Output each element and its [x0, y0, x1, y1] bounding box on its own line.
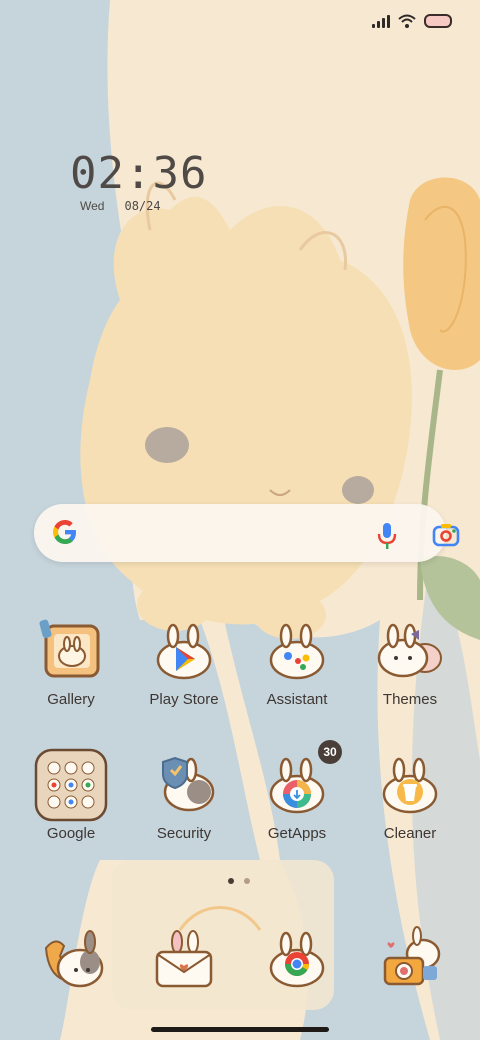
security-icon	[147, 748, 221, 822]
wifi-icon	[398, 14, 416, 28]
app-label: Assistant	[266, 691, 328, 708]
themes-icon	[373, 614, 447, 688]
app-label: Play Store	[149, 691, 219, 708]
clock-widget[interactable]: 02:36 Wed 08/24	[70, 148, 207, 213]
dock-messages[interactable]	[129, 922, 239, 996]
play-store-icon	[147, 614, 221, 688]
assistant-icon	[260, 614, 334, 688]
app-label: Google	[46, 825, 96, 842]
page-dot	[244, 878, 250, 884]
app-themes[interactable]: Themes	[355, 614, 465, 708]
camera-icon	[373, 922, 447, 996]
gallery-icon	[34, 614, 108, 688]
mic-icon[interactable]	[376, 522, 398, 550]
clock-time: 02:36	[70, 148, 208, 199]
app-label: Security	[156, 825, 212, 842]
app-security[interactable]: Security	[129, 748, 239, 842]
cleaner-icon	[373, 748, 447, 822]
home-gesture-bar[interactable]	[151, 1027, 329, 1032]
notification-badge: 30	[318, 740, 342, 764]
clock-day: Wed	[80, 199, 105, 213]
phone-icon	[34, 922, 108, 996]
app-gallery[interactable]: Gallery	[16, 614, 126, 708]
app-label: Cleaner	[383, 825, 437, 842]
messages-icon	[147, 922, 221, 996]
page-indicator[interactable]	[228, 878, 250, 884]
app-play-store[interactable]: Play Store	[129, 614, 239, 708]
dock-chrome[interactable]	[242, 922, 352, 996]
folder-google[interactable]: Google	[16, 748, 126, 842]
signal-icon	[372, 14, 390, 28]
lens-icon[interactable]	[432, 523, 460, 547]
app-label: Themes	[382, 691, 438, 708]
dock-camera[interactable]	[355, 922, 465, 996]
dock-phone[interactable]	[16, 922, 126, 996]
google-g-icon	[53, 520, 76, 544]
clock-date: 08/24	[124, 199, 161, 213]
app-label: GetApps	[267, 825, 327, 842]
status-bar	[372, 14, 452, 28]
getapps-icon: 30	[260, 740, 342, 822]
google-search-bar[interactable]	[34, 504, 460, 562]
app-getapps[interactable]: 30 GetApps	[242, 740, 352, 842]
app-cleaner[interactable]: Cleaner	[355, 748, 465, 842]
app-assistant[interactable]: Assistant	[242, 614, 352, 708]
page-dot-active	[228, 878, 234, 884]
app-label: Gallery	[47, 691, 95, 708]
chrome-icon	[260, 922, 334, 996]
battery-icon	[424, 14, 452, 28]
google-folder-icon	[34, 748, 108, 822]
